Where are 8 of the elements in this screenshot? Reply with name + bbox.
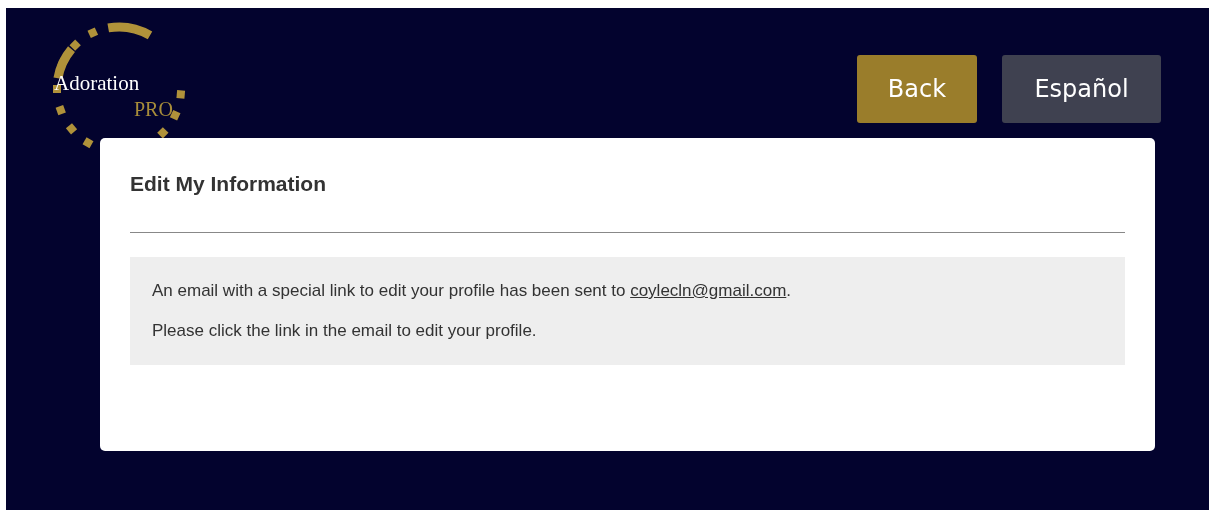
card-title: Edit My Information <box>130 172 327 197</box>
notice-instruction: Please click the link in the email to edit your profile. <box>152 321 538 341</box>
logo-name: Adoration <box>54 71 140 96</box>
notice-message: An email with a special link to edit your profile has been sent to coylecln@gmail.com. <box>152 281 793 301</box>
logo-suffix: PRO <box>134 98 173 121</box>
email-link[interactable]: coylecln@gmail.com <box>630 281 787 300</box>
back-button[interactable]: Back <box>857 55 977 123</box>
language-button[interactable]: Español <box>1002 55 1161 123</box>
